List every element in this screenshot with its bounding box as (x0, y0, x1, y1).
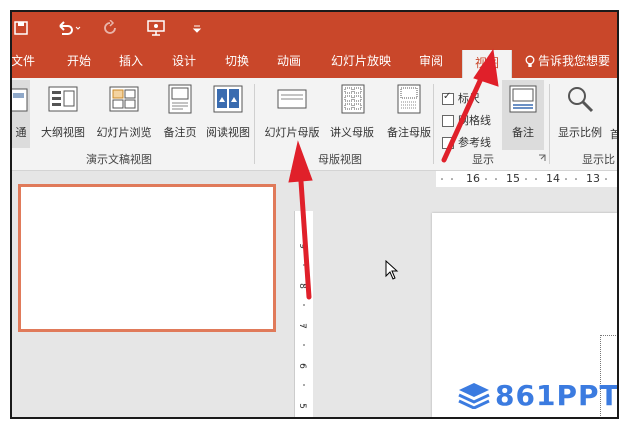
ruler-label: 6 (296, 363, 307, 369)
notes-master-icon (394, 84, 424, 114)
slide-thumbnails-pane[interactable] (12, 171, 292, 417)
mouse-cursor-icon (385, 260, 399, 280)
customize-toolbar-icon[interactable] (188, 12, 206, 44)
notes-icon (508, 84, 538, 114)
slide-master-button[interactable]: 幻灯片母版 (265, 80, 320, 148)
redo-icon[interactable] (98, 12, 122, 44)
checkbox-icon (442, 115, 454, 127)
ribbon-tabs: 文件 开始 插入 设计 切换 动画 幻灯片放映 审阅 视图 告诉我您想要 (12, 44, 617, 78)
show-group-label: 显示 (472, 153, 494, 166)
fit-to-window-label: 首 (610, 126, 617, 142)
ruler-checkbox[interactable]: 标尺 (442, 90, 480, 108)
magnifier-icon (565, 84, 595, 114)
handout-master-button[interactable]: 讲义母版 (330, 80, 374, 148)
slide-master-icon (277, 84, 307, 114)
tab-home[interactable]: 开始 (64, 44, 94, 78)
ruler-label: 8 (296, 283, 307, 289)
guides-checkbox[interactable]: 参考线 (442, 134, 491, 152)
ruler-label: 9 (296, 243, 307, 249)
zoom-button[interactable]: 显示比例 (558, 80, 602, 148)
slide-sorter-button[interactable]: 幻灯片浏览 (97, 80, 152, 148)
presentation-views-group-label: 演示文稿视图 (86, 153, 152, 166)
tab-insert[interactable]: 插入 (116, 44, 146, 78)
tab-transitions[interactable]: 切换 (222, 44, 252, 78)
master-views-group-label: 母版视图 (318, 153, 362, 166)
title-bar (12, 12, 617, 44)
tab-slideshow[interactable]: 幻灯片放映 (328, 44, 394, 78)
normal-view-icon (12, 84, 28, 114)
checkbox-checked-icon (442, 91, 454, 105)
vertical-ruler: 9 8 7 6 5 (294, 211, 313, 417)
zoom-group-label: 显示比 (582, 153, 615, 166)
notes-master-button[interactable]: 备注母版 (387, 80, 431, 148)
handout-master-icon (338, 84, 368, 114)
watermark-text: 861PPT (495, 378, 619, 412)
ruler-label: 5 (296, 403, 307, 409)
start-slideshow-icon[interactable] (142, 12, 170, 44)
notes-button[interactable]: 备注 (502, 80, 544, 150)
ribbon-view: 通 大纲视图 幻灯片浏览 备注页 阅读视图 演示文稿视图 幻灯片母版 讲义母版 … (12, 78, 617, 171)
slide-sorter-icon (109, 84, 139, 114)
tab-file[interactable]: 文件 (12, 44, 36, 78)
ruler-label: 7 (296, 323, 307, 329)
watermark-logo: 861PPT (457, 377, 619, 413)
horizontal-ruler: 16 15 14 13 (436, 171, 617, 187)
outline-view-icon (48, 84, 78, 114)
reading-view-icon (213, 84, 243, 114)
tab-animations[interactable]: 动画 (274, 44, 304, 78)
notes-page-button[interactable]: 备注页 (162, 80, 198, 148)
stack-logo-icon (457, 381, 491, 409)
tell-me-text: 告诉我您想要 (538, 54, 611, 68)
tab-design[interactable]: 设计 (169, 44, 199, 78)
reading-view-button[interactable]: 阅读视图 (206, 80, 250, 148)
tab-review[interactable]: 审阅 (416, 44, 446, 78)
tab-view[interactable]: 视图 (462, 50, 512, 78)
app-window: 文件 开始 插入 设计 切换 动画 幻灯片放映 审阅 视图 告诉我您想要 通 大… (10, 10, 619, 419)
save-icon[interactable] (12, 12, 30, 44)
notes-page-icon (165, 84, 195, 114)
group-divider (254, 84, 255, 164)
dialog-launcher-icon[interactable] (538, 154, 546, 162)
lightbulb-icon (525, 55, 535, 68)
normal-view-button[interactable]: 通 (12, 80, 30, 148)
gridlines-checkbox[interactable]: 网格线 (442, 112, 491, 130)
checkbox-icon (442, 137, 454, 149)
slide-thumbnail[interactable] (18, 184, 276, 332)
outline-view-button[interactable]: 大纲视图 (41, 80, 85, 148)
group-divider (433, 84, 434, 164)
undo-icon[interactable] (52, 12, 86, 44)
tell-me-box[interactable]: 告诉我您想要 (525, 44, 617, 78)
